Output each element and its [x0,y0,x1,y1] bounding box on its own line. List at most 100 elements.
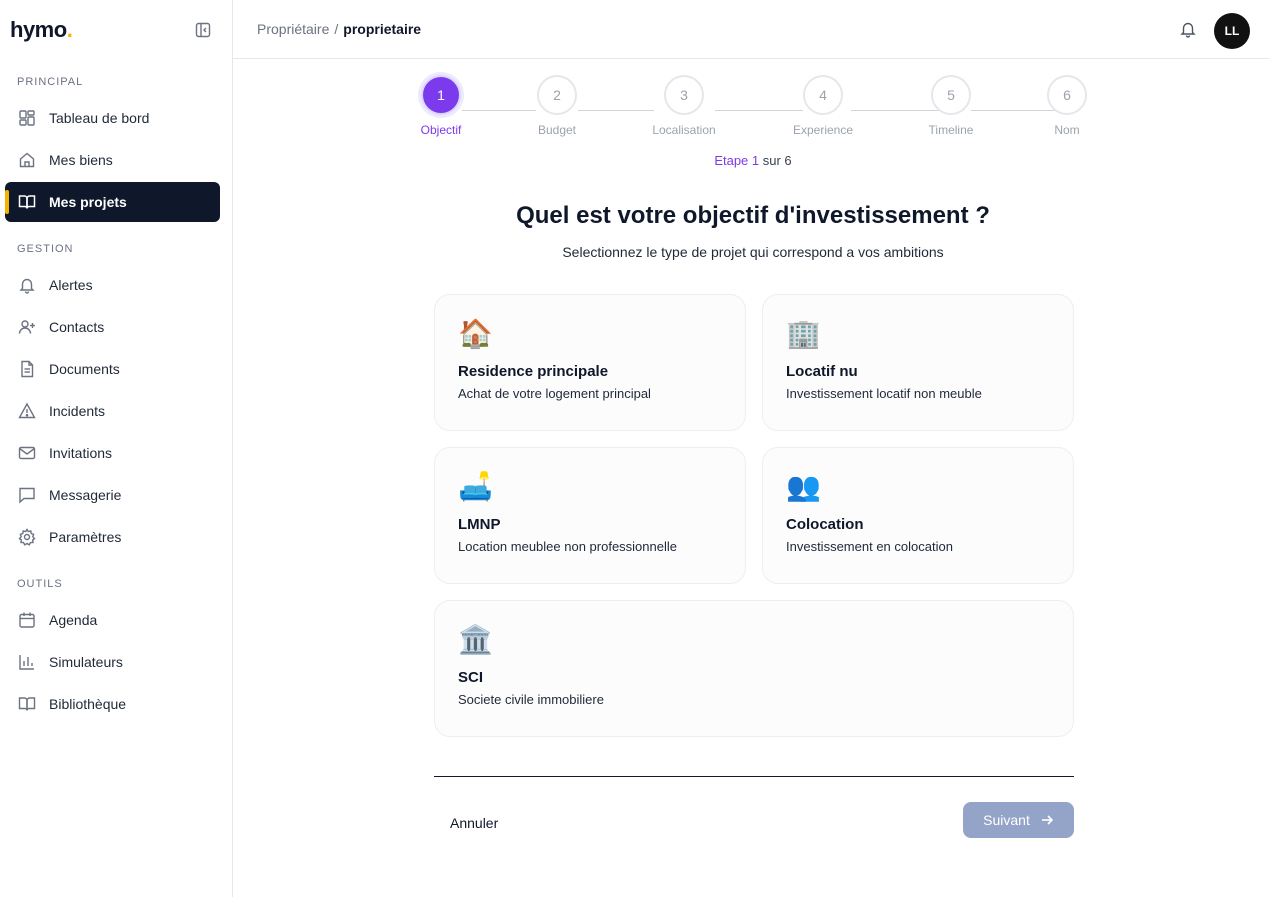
option-title: LMNP [458,516,501,533]
option-card-residence-principale[interactable]: 🏠 Residence principale Achat de votre lo… [434,294,746,431]
logo[interactable]: hymo. [10,16,73,43]
document-icon [17,359,37,379]
warning-icon [17,401,37,421]
sidebar-item-label: Alertes [49,277,93,293]
sidebar-item-label: Tableau de bord [49,110,150,126]
couch-icon: 🛋️ [458,471,493,502]
office-building-icon: 🏢 [786,318,821,349]
step-timeline[interactable]: 5 Timeline [901,75,1001,137]
sidebar-item-bibliotheque[interactable]: Bibliothèque [5,684,220,724]
step-label: Timeline [928,123,974,137]
message-icon [17,485,37,505]
sidebar-item-documents[interactable]: Documents [5,349,220,389]
sidebar-item-alertes[interactable]: Alertes [5,265,220,305]
option-description: Investissement locatif non meuble [786,386,982,401]
home-icon [17,150,37,170]
main-content: 1 Objectif 2 Budget 3 Localisation 4 Exp… [233,59,1269,897]
option-description: Achat de votre logement principal [458,386,651,401]
sidebar-item-incidents[interactable]: Incidents [5,391,220,431]
sidebar-item-simulateurs[interactable]: Simulateurs [5,642,220,682]
classical-building-icon: 🏛️ [458,624,493,655]
step-label: Experience [792,123,854,137]
sidebar-item-label: Agenda [49,612,98,628]
top-header: Propriétaire / proprietaire LL [233,0,1269,59]
breadcrumb-current: proprietaire [343,21,422,37]
step-number: 6 [1047,75,1087,115]
sidebar-item-mes-projets[interactable]: Mes projets [5,182,220,222]
next-button[interactable]: Suivant [963,802,1074,838]
people-icon: 👥 [786,471,821,502]
stepper: 1 Objectif 2 Budget 3 Localisation 4 Exp… [233,75,1269,145]
step-nom[interactable]: 6 Nom [1017,75,1117,137]
book-icon [17,192,37,212]
breadcrumb-parent[interactable]: Propriétaire [257,21,329,37]
notification-bell-icon[interactable] [1179,20,1199,40]
logo-dot: . [66,16,73,42]
sidebar-item-label: Contacts [49,319,105,335]
bell-icon [17,275,37,295]
sidebar-item-label: Incidents [49,403,106,419]
option-card-sci[interactable]: 🏛️ SCI Societe civile immobiliere [434,600,1074,737]
breadcrumb: Propriétaire / proprietaire [257,21,421,37]
page-title: Quel est votre objectif d'investissement… [516,202,990,229]
sidebar-item-label: Simulateurs [49,654,123,670]
step-localisation[interactable]: 3 Localisation [634,75,734,137]
option-description: Location meublee non professionnelle [458,539,677,554]
breadcrumb-separator: / [334,21,339,37]
section-label-gestion: GESTION [17,243,74,255]
gear-icon [17,527,37,547]
user-plus-icon [17,317,37,337]
option-card-locatif-nu[interactable]: 🏢 Locatif nu Investissement locatif non … [762,294,1074,431]
page-subtitle: Selectionnez le type de projet qui corre… [562,244,944,260]
step-number: 5 [931,75,971,115]
brand-bar: hymo. [0,0,232,59]
option-description: Societe civile immobiliere [458,692,604,707]
library-icon [17,694,37,714]
step-label: Budget [537,123,577,137]
step-number: 3 [664,75,704,115]
step-objectif[interactable]: 1 Objectif [391,75,491,137]
sidebar-item-contacts[interactable]: Contacts [5,307,220,347]
arrow-right-icon [1040,813,1054,827]
step-experience[interactable]: 4 Experience [773,75,873,137]
sidebar-item-parametres[interactable]: Paramètres [5,517,220,557]
dashboard-icon [17,108,37,128]
option-title: Colocation [786,516,864,533]
sidebar: hymo. PRINCIPAL Tableau de bord Mes bien… [0,0,233,897]
step-number: 1 [421,75,461,115]
section-label-principal: PRINCIPAL [17,76,84,88]
sidebar-item-invitations[interactable]: Invitations [5,433,220,473]
house-icon: 🏠 [458,318,493,349]
option-title: Locatif nu [786,363,858,380]
option-title: SCI [458,669,484,686]
next-button-label: Suivant [983,812,1030,828]
sidebar-item-agenda[interactable]: Agenda [5,600,220,640]
sidebar-item-label: Messagerie [49,487,122,503]
step-budget[interactable]: 2 Budget [507,75,607,137]
sidebar-item-label: Mes projets [49,194,127,210]
footer-divider [434,776,1074,777]
option-card-colocation[interactable]: 👥 Colocation Investissement en colocatio… [762,447,1074,584]
sidebar-item-messagerie[interactable]: Messagerie [5,475,220,515]
sidebar-item-tableau-de-bord[interactable]: Tableau de bord [5,98,220,138]
sidebar-item-label: Bibliothèque [49,696,127,712]
sidebar-item-mes-biens[interactable]: Mes biens [5,140,220,180]
step-number: 2 [537,75,577,115]
mail-icon [17,443,37,463]
avatar[interactable]: LL [1214,13,1250,49]
sidebar-item-label: Paramètres [49,529,122,545]
sidebar-item-label: Mes biens [49,152,113,168]
sidebar-item-label: Invitations [49,445,113,461]
sidebar-collapse-icon[interactable] [194,21,212,39]
step-label: Objectif [420,123,462,137]
step-label: Nom [1054,123,1080,137]
option-description: Investissement en colocation [786,539,953,554]
logo-text: hymo [10,16,67,42]
cancel-button[interactable]: Annuler [434,805,514,841]
section-label-outils: OUTILS [17,578,63,590]
step-counter-current: Etape 1 [714,153,760,168]
step-number: 4 [803,75,843,115]
option-card-lmnp[interactable]: 🛋️ LMNP Location meublee non professionn… [434,447,746,584]
option-title: Residence principale [458,363,609,380]
calendar-icon [17,610,37,630]
